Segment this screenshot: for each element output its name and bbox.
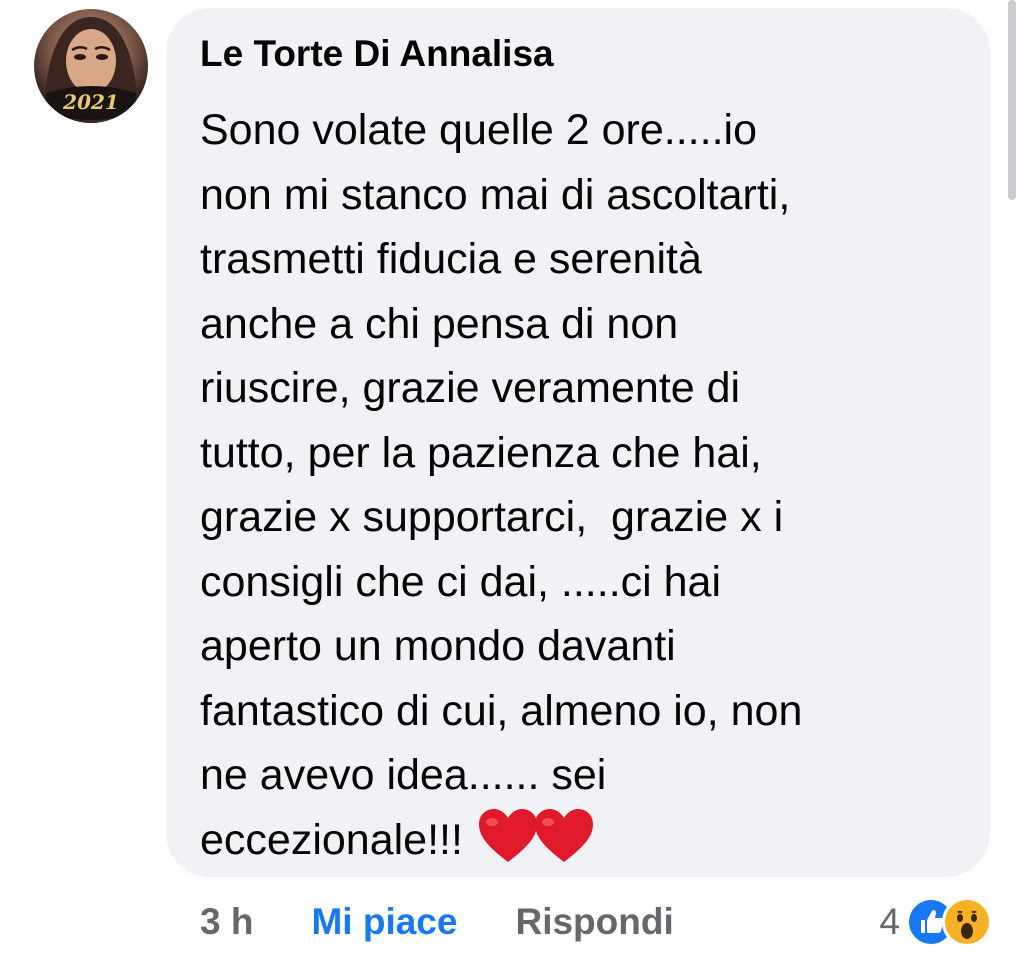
comment-line: consigli che ci dai, .....ci hai bbox=[200, 557, 722, 606]
author-avatar[interactable]: 2021 bbox=[34, 9, 148, 123]
red-heart-icon bbox=[477, 808, 539, 883]
like-button[interactable]: Mi piace bbox=[311, 901, 457, 943]
comment-line: ne avevo idea...... sei bbox=[200, 751, 607, 799]
avatar-badge-text: 2021 bbox=[62, 90, 119, 114]
comment-line: tutto, per la pazienza che hai, bbox=[200, 428, 762, 477]
comment-line-text: eccezionale!!! bbox=[200, 815, 463, 864]
avatar-badge: 2021 bbox=[62, 90, 119, 114]
comment-line: grazie x supportarci, grazie x i bbox=[200, 493, 784, 541]
reactions-summary[interactable]: 4 bbox=[879, 896, 992, 948]
wow-icon bbox=[942, 897, 992, 947]
red-heart-icon bbox=[533, 808, 595, 883]
comment-actions: 3 h Mi piace Rispondi bbox=[200, 898, 674, 946]
comment-line: riuscire, grazie veramente di bbox=[200, 364, 741, 412]
comment-line: anche a chi pensa di non bbox=[200, 299, 679, 348]
comment-timestamp[interactable]: 3 h bbox=[200, 901, 253, 943]
comment-body: Sono volate quelle 2 ore.....io non mi s… bbox=[200, 98, 940, 882]
reaction-count: 4 bbox=[879, 901, 900, 942]
comment-line: trasmetti fiducia e serenità bbox=[200, 235, 702, 283]
reply-button[interactable]: Rispondi bbox=[515, 901, 673, 943]
comment-line-last: eccezionale!!! bbox=[200, 808, 940, 883]
comment-line: aperto un mondo davanti bbox=[200, 622, 676, 670]
scrollbar-thumb[interactable] bbox=[1008, 0, 1016, 200]
comment-author-name[interactable]: Le Torte Di Annalisa bbox=[200, 33, 554, 75]
comment-line: non mi stanco mai di ascoltarti, bbox=[200, 170, 791, 219]
comment-line: Sono volate quelle 2 ore.....io bbox=[200, 106, 757, 154]
comment-line: fantastico di cui, almeno io, non bbox=[200, 686, 803, 735]
